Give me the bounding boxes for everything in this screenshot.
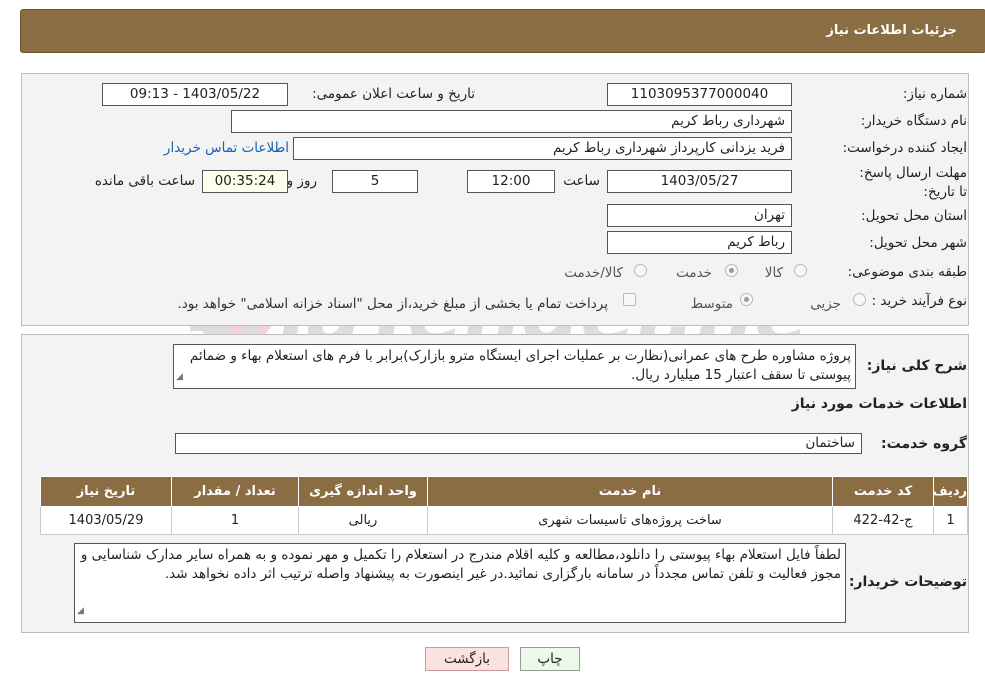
- table-header-row: ردیف کد خدمت نام خدمت واحد اندازه گیری ت…: [40, 476, 968, 507]
- purchase-type-label: نوع فرآیند خرید :: [871, 293, 967, 309]
- description-textarea[interactable]: پروژه مشاوره طرح های عمرانی(نظارت بر عمل…: [173, 344, 856, 389]
- treasury-checkbox[interactable]: [623, 293, 636, 306]
- buyer-notes-text: لطفاً فایل استعلام بهاء پیوستی را دانلود…: [80, 547, 841, 582]
- services-table: ردیف کد خدمت نام خدمت واحد اندازه گیری ت…: [40, 476, 968, 535]
- announce-label: تاریخ و ساعت اعلان عمومی:: [312, 86, 475, 102]
- col-header-row: ردیف: [932, 476, 968, 507]
- print-button[interactable]: چاپ: [520, 647, 580, 671]
- deadline-time-label: ساعت: [563, 173, 600, 189]
- need-number-field: 1103095377000040: [607, 83, 792, 106]
- category-goods-service-label: کالا/خدمت: [564, 265, 623, 281]
- purchase-radio-minor[interactable]: [853, 293, 866, 306]
- table-row: 1 ج-42-422 ساخت پروژه‌های تاسیسات شهری ر…: [40, 506, 968, 535]
- deadline-date-field: 1403/05/27: [607, 170, 792, 193]
- category-radio-goods[interactable]: [794, 264, 807, 277]
- col-header-unit: واحد اندازه گیری: [298, 476, 428, 507]
- buyer-notes-label: توضیحات خریدار:: [848, 574, 967, 590]
- resize-grip-icon: ◢: [176, 372, 183, 382]
- creator-label: ایجاد کننده درخواست:: [842, 140, 967, 156]
- category-radio-goods-service[interactable]: [634, 264, 647, 277]
- cell-row: 1: [933, 506, 968, 535]
- col-header-date: تاریخ نیاز: [40, 476, 172, 507]
- cell-name: ساخت پروژه‌های تاسیسات شهری: [427, 506, 833, 535]
- category-service-label: خدمت: [676, 265, 712, 281]
- purchase-medium-label: متوسط: [690, 296, 733, 312]
- buyer-notes-textarea[interactable]: لطفاً فایل استعلام بهاء پیوستی را دانلود…: [74, 543, 846, 623]
- col-header-name: نام خدمت: [427, 476, 833, 507]
- days-label: روز و: [286, 173, 317, 189]
- days-field: 5: [332, 170, 418, 193]
- page-header: جزئیات اطلاعات نیاز: [20, 9, 985, 53]
- announce-field: 1403/05/22 - 09:13: [102, 83, 288, 106]
- city-field: رباط کریم: [607, 231, 792, 254]
- creator-field: فرید یزدانی کارپرداز شهرداری رباط کریم: [293, 137, 792, 160]
- service-group-field: ساختمان: [175, 433, 862, 454]
- province-field: تهران: [607, 204, 792, 227]
- resize-grip-icon: ◢: [77, 606, 84, 616]
- category-radio-service[interactable]: [725, 264, 738, 277]
- buyer-org-label: نام دستگاه خریدار:: [860, 113, 967, 129]
- col-header-quantity: تعداد / مقدار: [171, 476, 299, 507]
- buyer-contact-link[interactable]: اطلاعات تماس خریدار: [164, 140, 289, 156]
- payment-note: پرداخت تمام یا بخشی از مبلغ خرید،از محل …: [177, 296, 608, 312]
- cell-code: ج-42-422: [832, 506, 934, 535]
- category-label: طبقه بندی موضوعی:: [847, 264, 967, 280]
- province-label: استان محل تحویل:: [861, 208, 967, 224]
- buyer-org-field: شهرداری رباط کریم: [231, 110, 792, 133]
- page-title: جزئیات اطلاعات نیاز: [826, 23, 957, 38]
- cell-date: 1403/05/29: [40, 506, 172, 535]
- need-number-label: شماره نیاز:: [902, 86, 967, 102]
- category-goods-label: کالا: [764, 265, 783, 281]
- purchase-radio-medium[interactable]: [740, 293, 753, 306]
- col-header-code: کد خدمت: [832, 476, 934, 507]
- services-heading: اطلاعات خدمات مورد نیاز: [791, 396, 967, 412]
- service-group-label: گروه خدمت:: [881, 436, 967, 452]
- city-label: شهر محل تحویل:: [869, 235, 967, 251]
- back-button[interactable]: بازگشت: [425, 647, 509, 671]
- description-label: شرح کلی نیاز:: [866, 358, 967, 374]
- deadline-time-field: 12:00: [467, 170, 555, 193]
- description-text: پروژه مشاوره طرح های عمرانی(نظارت بر عمل…: [189, 348, 851, 383]
- deadline-label: مهلت ارسال پاسخ: تا تاریخ:: [859, 165, 967, 200]
- purchase-minor-label: جزیی: [810, 296, 841, 312]
- remaining-label: ساعت باقی مانده: [94, 173, 195, 189]
- cell-quantity: 1: [171, 506, 299, 535]
- remaining-time-field: 00:35:24: [202, 170, 288, 193]
- cell-unit: ریالی: [298, 506, 428, 535]
